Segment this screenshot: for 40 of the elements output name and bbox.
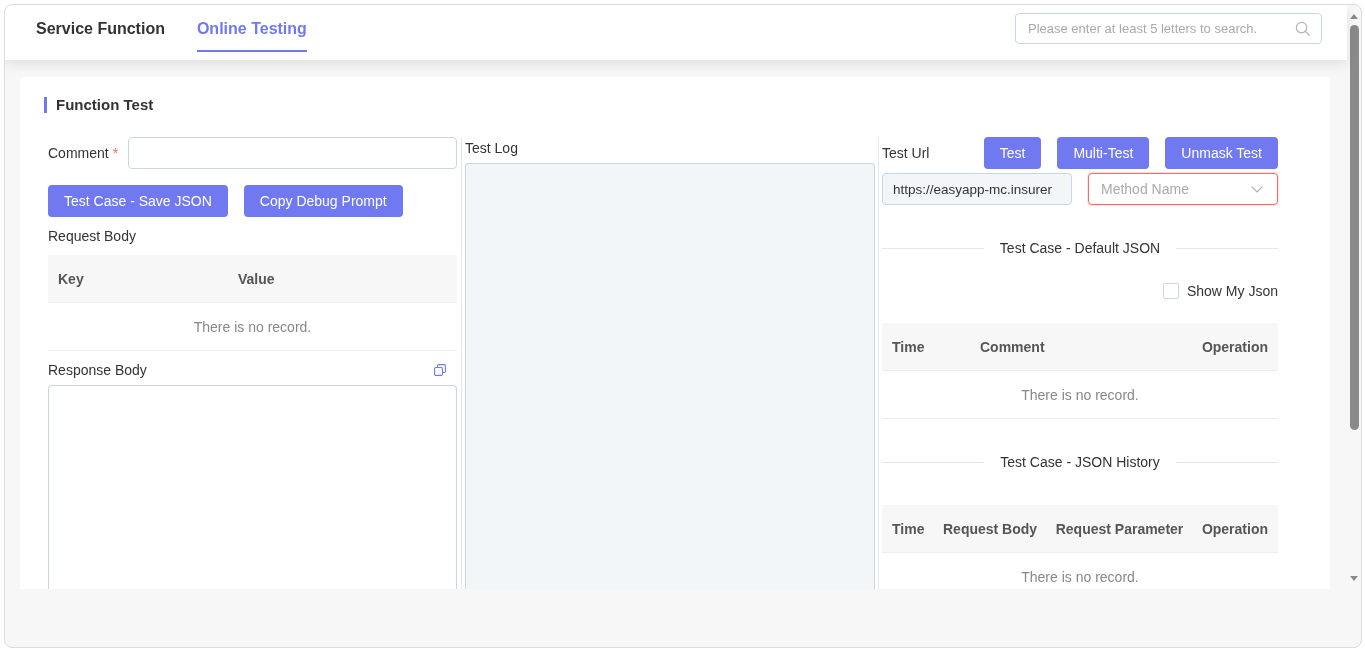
search-icon[interactable]	[1295, 21, 1310, 36]
section-divider-title: Test Case - Default JSON	[998, 240, 1162, 256]
chevron-down-icon	[1251, 185, 1263, 193]
checkbox-label[interactable]: Show My Json	[1186, 283, 1278, 299]
scrollbar-thumb[interactable]	[1349, 25, 1359, 430]
scroll-up-icon[interactable]	[1350, 14, 1358, 19]
empty-table-message: There is no record.	[193, 318, 312, 335]
test-button[interactable]: Multi-Test	[1057, 137, 1150, 169]
test-button[interactable]: Unmask Test	[1165, 137, 1278, 169]
action-button[interactable]: Copy Debug Prompt	[243, 185, 403, 217]
empty-table-message: There is no record.	[1021, 569, 1139, 585]
column-header: Request Body	[943, 520, 1038, 537]
column-header: Time	[892, 338, 926, 355]
column-header: Operation	[1201, 338, 1268, 355]
column-header: Time	[892, 520, 925, 537]
scroll-down-icon[interactable]	[1350, 576, 1358, 581]
section-divider-title: Test Case - JSON History	[999, 454, 1161, 470]
required-asterisk: *	[112, 145, 119, 161]
response-body-label: Response Body	[48, 362, 147, 378]
empty-table-message: There is no record.	[1021, 386, 1139, 403]
test-button[interactable]: Test	[983, 137, 1042, 169]
method-name-select[interactable]: Method Name	[1088, 173, 1278, 205]
column-header: Request Parameter	[1055, 520, 1184, 537]
search-field[interactable]: Please enter at least 5 letters to search.	[1015, 13, 1322, 44]
tab[interactable]: Online Testing	[196, 13, 307, 52]
copy-icon[interactable]	[434, 364, 446, 376]
column-header: Value	[238, 270, 276, 287]
request-body-label: Request Body	[48, 228, 136, 244]
test-url-label: Test Url	[882, 145, 930, 161]
checkbox[interactable]	[1162, 283, 1179, 299]
column-header: Key	[58, 270, 85, 287]
response-body-field[interactable]	[48, 385, 457, 589]
section-title: Function Test	[44, 97, 154, 113]
column-header: Operation	[1201, 520, 1268, 537]
action-button[interactable]: Test Case - Save JSON	[48, 185, 228, 217]
tab[interactable]: Service Function	[36, 13, 165, 52]
field-label: Comment	[48, 145, 109, 161]
column-header: Comment	[980, 338, 1046, 355]
comment-input[interactable]	[128, 137, 457, 169]
test-log-label: Test Log	[465, 139, 518, 156]
